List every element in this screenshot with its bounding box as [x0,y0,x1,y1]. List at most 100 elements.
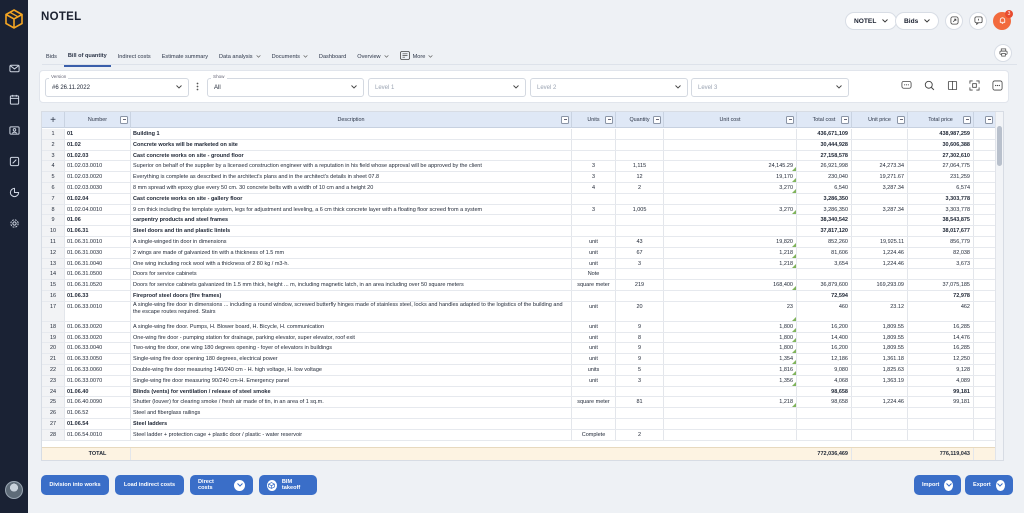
sidebar-item-contacts[interactable] [0,116,28,147]
table-row[interactable]: 14 01.06.31.0500 Doors for service cabinet… [42,269,1003,281]
show-select[interactable]: All [207,78,364,97]
cell-desc[interactable]: Single-wing fire door measuring 90/240 c… [131,375,572,386]
cell-units[interactable]: Note [572,269,616,280]
column-menu-icon[interactable] [605,116,613,124]
table-row[interactable]: 22 01.06.33.0060 Double-wing fire door mea… [42,365,1003,376]
table-row[interactable]: 23 01.06.33.0070 Single-wing fire door mea… [42,375,1003,387]
cell-up[interactable]: 3,287.34 [852,204,908,215]
cell-up[interactable] [852,429,908,440]
cell-uc[interactable] [664,408,797,418]
cell-uc[interactable]: 1,218 [664,258,797,269]
columns-button[interactable] [945,80,959,94]
cell-uc[interactable] [664,129,797,139]
cell-up[interactable]: 19,925.11 [852,237,908,247]
cell-units[interactable]: 3 [572,161,616,172]
cell-qty[interactable]: 2 [616,183,664,193]
cell-desc[interactable]: Cast concrete works on site - gallery fl… [131,193,572,204]
cell-tp[interactable]: 9,128 [908,365,974,375]
cell-units[interactable]: unit [572,375,616,386]
cell-tp[interactable]: 12,250 [908,354,974,364]
column-header-number[interactable]: Number [65,112,131,128]
table-row[interactable]: 21 01.06.33.0050 Single-wing fire door ope… [42,354,1003,365]
cell-tc[interactable]: 3,654 [797,258,852,269]
sidebar-item-tasks[interactable] [0,147,28,178]
cell-num[interactable]: 01.02 [65,139,131,150]
cell-tp[interactable]: 38,543,875 [908,215,974,226]
cell-units[interactable]: unit [572,343,616,354]
cell-up[interactable]: 3,287.34 [852,183,908,193]
cell-tp[interactable]: 27,064,775 [908,161,974,172]
cell-tc[interactable]: 852,260 [797,237,852,247]
cell-tp[interactable]: 72,978 [908,291,974,301]
column-header-unit-cost[interactable]: Unit cost [664,112,797,128]
cell-units[interactable]: unit [572,332,616,343]
cell-up[interactable]: 1,224.46 [852,258,908,269]
column-menu-icon[interactable] [963,116,971,124]
cell-tp[interactable] [908,429,974,440]
table-row[interactable]: 24 01.06.40 Blinds (vents) for ventilation… [42,386,1003,398]
cell-uc[interactable]: 3,270 [664,204,797,215]
level1-select[interactable]: Level 1 [368,78,526,97]
cell-tc[interactable]: 27,158,578 [797,150,852,161]
cell-uc[interactable] [664,150,797,161]
column-menu-icon[interactable] [786,116,794,124]
sidebar-item-settings[interactable] [0,209,28,240]
cell-up[interactable]: 169,293.09 [852,280,908,290]
table-row[interactable]: 6 01.02.03.0030 8 mm spread with epoxy glu… [42,183,1003,194]
cell-tp[interactable]: 37,075,185 [908,280,974,290]
cell-tp[interactable] [908,269,974,280]
cell-units[interactable]: 3 [572,204,616,215]
cell-tp[interactable]: 438,987,259 [908,129,974,139]
cell-tc[interactable]: 436,671,109 [797,129,852,139]
cell-tc[interactable]: 36,879,600 [797,280,852,290]
sidebar-item-calendar[interactable] [0,85,28,116]
cell-tp[interactable]: 856,779 [908,237,974,247]
cell-tc[interactable]: 38,340,542 [797,215,852,226]
cell-tp[interactable]: 38,017,677 [908,226,974,236]
cell-up[interactable]: 1,809.55 [852,343,908,354]
cell-tc[interactable]: 16,200 [797,321,852,332]
cell-desc[interactable]: A single-winged tin door in dimensions [131,237,572,247]
version-more-button[interactable] [190,80,204,94]
column-header-extra[interactable] [974,112,996,128]
table-row[interactable]: 27 01.06.54 Steel ladders [42,419,1003,430]
cell-up[interactable]: 19,271.67 [852,172,908,182]
cell-uc[interactable]: 1,800 [664,321,797,332]
cell-desc[interactable]: carpentry products and steel frames [131,215,572,226]
cell-tp[interactable]: 99,181 [908,386,974,397]
cell-up[interactable] [852,150,908,161]
project-dropdown[interactable]: NOTEL [845,12,898,30]
table-row[interactable]: 18 01.06.33.0020 A single-wing fire door. … [42,321,1003,333]
cell-up[interactable] [852,215,908,226]
table-row[interactable]: 9 01.06 carpentry products and steel frame… [42,215,1003,227]
column-menu-icon[interactable] [841,116,849,124]
cell-qty[interactable]: 3 [616,258,664,269]
cell-desc[interactable]: Shutter (louver) for clearing smoke / fr… [131,397,572,408]
cell-qty[interactable] [616,269,664,280]
cell-tp[interactable]: 3,303,778 [908,204,974,215]
division-into-works-button[interactable]: Division into works [41,475,109,495]
cell-num[interactable]: 01.06.31.0520 [65,280,131,290]
column-menu-icon[interactable] [561,116,569,124]
cell-num[interactable]: 01.02.04.0010 [65,204,131,215]
cell-units[interactable] [572,226,616,236]
cell-tc[interactable]: 98,658 [797,386,852,397]
column-menu-icon[interactable] [897,116,905,124]
cell-tp[interactable]: 27,302,610 [908,150,974,161]
cell-units[interactable]: unit [572,321,616,332]
cell-qty[interactable] [616,291,664,301]
cell-tp[interactable] [908,408,974,418]
cell-num[interactable]: 01.02.03.0030 [65,183,131,193]
cell-desc[interactable]: Double-wing fire door measuring 140/240 … [131,365,572,375]
cell-up[interactable]: 1,809.55 [852,332,908,343]
cell-uc[interactable] [664,386,797,397]
cell-tc[interactable]: 37,817,120 [797,226,852,236]
cell-num[interactable]: 01.06.31.0040 [65,258,131,269]
cell-qty[interactable] [616,408,664,418]
cell-num[interactable]: 01.02.04 [65,193,131,204]
cell-desc[interactable]: Steel and fiberglass railings [131,408,572,418]
cell-tp[interactable]: 16,285 [908,321,974,332]
cell-uc[interactable]: 3,270 [664,183,797,193]
cell-units[interactable] [572,139,616,150]
mode-dropdown[interactable]: Bids [895,12,940,30]
